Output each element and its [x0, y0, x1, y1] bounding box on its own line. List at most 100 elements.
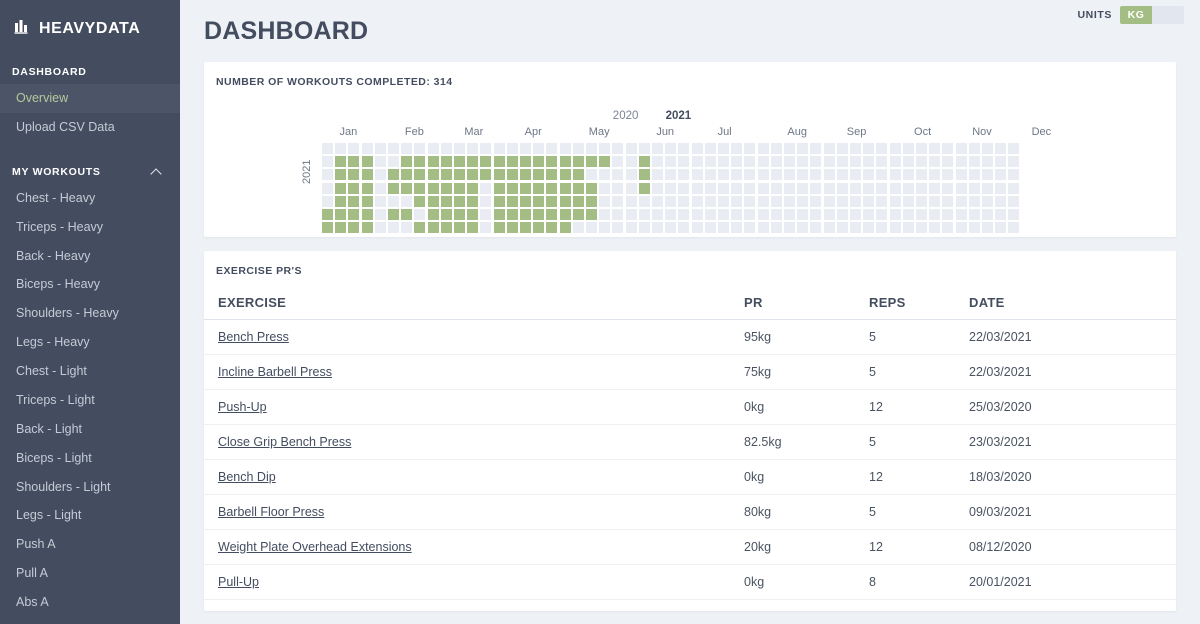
- heatmap-cell[interactable]: [401, 222, 413, 234]
- heatmap-cell[interactable]: [902, 156, 914, 168]
- heatmap-cell[interactable]: [995, 222, 1007, 234]
- heatmap-cell[interactable]: [876, 195, 888, 207]
- sidebar-item-back-light[interactable]: Back - Light: [0, 415, 180, 444]
- heatmap-cell[interactable]: [982, 156, 993, 168]
- heatmap-cell[interactable]: [348, 143, 360, 154]
- heatmap-cell[interactable]: [982, 222, 993, 234]
- heatmap-cell[interactable]: [533, 195, 545, 207]
- heatmap-cell[interactable]: [546, 156, 558, 168]
- sidebar-item-biceps-heavy[interactable]: Biceps - Heavy: [0, 270, 180, 299]
- exercise-link[interactable]: Push-Up: [218, 400, 267, 414]
- heatmap-cell[interactable]: [744, 222, 756, 234]
- heatmap-cell[interactable]: [480, 156, 492, 168]
- heatmap-cell[interactable]: [612, 182, 624, 194]
- heatmap-cell[interactable]: [876, 182, 888, 194]
- heatmap-cell[interactable]: [374, 209, 386, 220]
- heatmap-cell[interactable]: [572, 222, 584, 234]
- heatmap-cell[interactable]: [929, 222, 941, 234]
- heatmap-cell[interactable]: [586, 209, 597, 220]
- heatmap-cell[interactable]: [414, 156, 426, 168]
- heatmap-cell[interactable]: [836, 169, 848, 181]
- heatmap-cell[interactable]: [427, 143, 439, 154]
- heatmap-cell[interactable]: [995, 195, 1007, 207]
- heatmap-cell[interactable]: [784, 143, 795, 154]
- heatmap-cell[interactable]: [704, 182, 716, 194]
- heatmap-cell[interactable]: [520, 156, 531, 168]
- heatmap-cell[interactable]: [955, 169, 967, 181]
- heatmap-cell[interactable]: [889, 222, 901, 234]
- heatmap-cell[interactable]: [401, 156, 413, 168]
- heatmap-cell[interactable]: [823, 209, 835, 220]
- heatmap-cell[interactable]: [480, 195, 492, 207]
- heatmap-cell[interactable]: [440, 195, 452, 207]
- heatmap-cell[interactable]: [691, 156, 703, 168]
- heatmap-cell[interactable]: [850, 169, 861, 181]
- sidebar-item-legs-a[interactable]: Legs A: [0, 617, 180, 624]
- heatmap-cell[interactable]: [599, 209, 611, 220]
- heatmap-cell[interactable]: [902, 182, 914, 194]
- heatmap-cell[interactable]: [995, 143, 1007, 154]
- heatmap-cell[interactable]: [863, 209, 875, 220]
- heatmap-cell[interactable]: [572, 182, 584, 194]
- heatmap-cell[interactable]: [770, 143, 782, 154]
- heatmap-cell[interactable]: [546, 169, 558, 181]
- heatmap-cell[interactable]: [388, 195, 399, 207]
- heatmap-cell[interactable]: [850, 222, 861, 234]
- heatmap-cell[interactable]: [572, 209, 584, 220]
- heatmap-cell[interactable]: [718, 195, 729, 207]
- heatmap-cell[interactable]: [612, 209, 624, 220]
- heatmap-cell[interactable]: [440, 143, 452, 154]
- exercise-link[interactable]: Weight Plate Overhead Extensions: [218, 540, 412, 554]
- heatmap-cell[interactable]: [454, 222, 465, 234]
- heatmap-cell[interactable]: [559, 222, 571, 234]
- heatmap-cell[interactable]: [388, 169, 399, 181]
- heatmap-cell[interactable]: [401, 169, 413, 181]
- heatmap-cell[interactable]: [968, 143, 980, 154]
- heatmap-cell[interactable]: [1008, 195, 1020, 207]
- heatmap-cell[interactable]: [850, 182, 861, 194]
- heatmap-cell[interactable]: [797, 222, 809, 234]
- heatmap-cell[interactable]: [850, 195, 861, 207]
- heatmap-cell[interactable]: [506, 143, 518, 154]
- heatmap-cell[interactable]: [322, 143, 333, 154]
- heatmap-cell[interactable]: [652, 143, 663, 154]
- heatmap-cell[interactable]: [493, 182, 505, 194]
- heatmap-cell[interactable]: [638, 143, 650, 154]
- heatmap-cell[interactable]: [506, 156, 518, 168]
- heatmap-cell[interactable]: [744, 143, 756, 154]
- heatmap-cell[interactable]: [493, 222, 505, 234]
- heatmap-cell[interactable]: [757, 169, 769, 181]
- heatmap-cell[interactable]: [876, 169, 888, 181]
- heatmap-cell[interactable]: [427, 156, 439, 168]
- heatmap-cell[interactable]: [414, 169, 426, 181]
- heatmap-cell[interactable]: [586, 143, 597, 154]
- heatmap-cell[interactable]: [704, 222, 716, 234]
- heatmap-cell[interactable]: [440, 182, 452, 194]
- heatmap-cell[interactable]: [797, 195, 809, 207]
- heatmap-cell[interactable]: [322, 182, 333, 194]
- heatmap-cell[interactable]: [704, 143, 716, 154]
- heatmap-cell[interactable]: [718, 209, 729, 220]
- heatmap-cell[interactable]: [784, 195, 795, 207]
- sidebar-item-shoulders-light[interactable]: Shoulders - Light: [0, 473, 180, 502]
- heatmap-cell[interactable]: [612, 143, 624, 154]
- heatmap-cell[interactable]: [718, 143, 729, 154]
- heatmap-cell[interactable]: [757, 222, 769, 234]
- heatmap-cell[interactable]: [440, 169, 452, 181]
- heatmap-cell[interactable]: [374, 143, 386, 154]
- heatmap-cell[interactable]: [506, 169, 518, 181]
- heatmap-cell[interactable]: [625, 143, 637, 154]
- heatmap-cell[interactable]: [467, 156, 479, 168]
- heatmap-cell[interactable]: [599, 143, 611, 154]
- heatmap-cell[interactable]: [506, 195, 518, 207]
- heatmap-cell[interactable]: [440, 222, 452, 234]
- heatmap-cell[interactable]: [625, 209, 637, 220]
- heatmap-cell[interactable]: [454, 209, 465, 220]
- heatmap-cell[interactable]: [770, 182, 782, 194]
- heatmap-cell[interactable]: [955, 156, 967, 168]
- sidebar-item-biceps-light[interactable]: Biceps - Light: [0, 444, 180, 473]
- heatmap-cell[interactable]: [454, 182, 465, 194]
- heatmap-cell[interactable]: [797, 156, 809, 168]
- heatmap-cell[interactable]: [493, 209, 505, 220]
- heatmap-cell[interactable]: [757, 143, 769, 154]
